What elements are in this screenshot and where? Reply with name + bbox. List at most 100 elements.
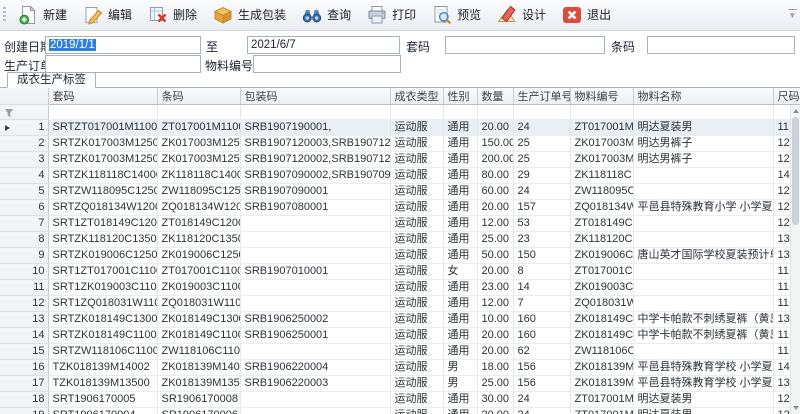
cell[interactable]: ZK019006C <box>570 248 633 264</box>
cell[interactable] <box>633 264 773 280</box>
column-header[interactable]: 性别 <box>443 88 477 105</box>
cell[interactable]: 200.00 <box>477 152 513 168</box>
cell[interactable]: 156 <box>513 360 570 376</box>
table-row[interactable]: 18SRT1906170005SR1906170008运动服通用30.0024Z… <box>0 392 800 408</box>
print-button[interactable]: 打印 <box>361 2 424 28</box>
column-header[interactable]: 尺码 <box>773 88 800 105</box>
cell[interactable]: 18.00 <box>477 360 513 376</box>
table-row[interactable]: 14SRTZK018149C11000ZK018149C11000SRB1906… <box>0 328 800 344</box>
row-header[interactable]: 14 <box>0 328 48 344</box>
package-button[interactable]: 生成包装 <box>207 2 294 28</box>
row-header[interactable]: 19 <box>0 408 48 414</box>
cell[interactable]: 通用 <box>443 200 477 216</box>
cell[interactable]: ZK118120C <box>570 232 633 248</box>
table-row[interactable]: 7SRT1ZT018149C12000ZT018149C12000运动服通用12… <box>0 216 800 232</box>
cell[interactable]: ZT017001M <box>570 392 633 408</box>
cell[interactable]: 50.00 <box>477 248 513 264</box>
filter-cell[interactable] <box>570 105 633 120</box>
cell[interactable]: 160 <box>513 312 570 328</box>
cell[interactable]: 明达男裤子 <box>633 136 773 152</box>
scroll-down-icon[interactable] <box>793 406 799 410</box>
cell[interactable]: 通用 <box>443 136 477 152</box>
cell[interactable]: 12.00 <box>477 296 513 312</box>
table-row[interactable]: 3SRTZK017003M12500ZK017003M12500SRB19071… <box>0 152 800 168</box>
cell[interactable]: 20.00 <box>477 408 513 414</box>
cell[interactable]: 运动服 <box>390 248 443 264</box>
row-header[interactable]: 2 <box>0 136 48 152</box>
cell[interactable] <box>633 280 773 296</box>
row-header[interactable]: 3 <box>0 152 48 168</box>
cell[interactable]: 7 <box>513 296 570 312</box>
cell[interactable]: 通用 <box>443 328 477 344</box>
column-header[interactable]: 套码 <box>48 88 157 105</box>
filter-cell[interactable] <box>390 105 443 120</box>
row-header[interactable]: 4 <box>0 168 48 184</box>
cell[interactable]: SRTZK019006C12500 <box>48 248 157 264</box>
cell[interactable]: SRT1906170004 <box>48 408 157 414</box>
cell[interactable]: 25.00 <box>477 376 513 392</box>
filter-cell[interactable] <box>443 105 477 120</box>
cell[interactable]: 平邑县特殊教育小学 小学夏 <box>633 200 773 216</box>
cell[interactable]: 20.00 <box>477 264 513 280</box>
column-header[interactable]: 生产订单号 <box>513 88 570 105</box>
cell[interactable]: 25.00 <box>477 232 513 248</box>
cell[interactable]: ZQ018134W <box>570 200 633 216</box>
cell[interactable]: 29 <box>513 168 570 184</box>
row-header[interactable]: 8 <box>0 232 48 248</box>
cell[interactable]: ZK118120C13502 <box>157 232 240 248</box>
table-row[interactable]: 2SRTZK017003M12500ZK017003M12500SRB19071… <box>0 136 800 152</box>
cell[interactable]: SRT1ZT017001C11000 <box>48 264 157 280</box>
table-row[interactable]: 8SRTZK118120C13502ZK118120C13502运动服通用25.… <box>0 232 800 248</box>
cell[interactable]: 男 <box>443 360 477 376</box>
cell[interactable]: 运动服 <box>390 408 443 414</box>
cell[interactable]: 25 <box>513 136 570 152</box>
cell[interactable]: 通用 <box>443 232 477 248</box>
cell[interactable]: SRTZT017001M11002 <box>48 120 157 136</box>
row-header[interactable]: 7 <box>0 216 48 232</box>
cell[interactable]: 20.00 <box>477 328 513 344</box>
set-code-input[interactable] <box>445 36 605 54</box>
row-header[interactable]: 18 <box>0 392 48 408</box>
cell[interactable]: 20.00 <box>477 120 513 136</box>
cell[interactable]: ZQ018031W11000 <box>157 296 240 312</box>
cell[interactable]: 24 <box>513 408 570 414</box>
cell[interactable]: 160 <box>513 328 570 344</box>
cell[interactable] <box>633 232 773 248</box>
row-header[interactable]: 9 <box>0 248 48 264</box>
cell[interactable]: 运动服 <box>390 200 443 216</box>
cell[interactable]: ZK118118C14000 <box>157 168 240 184</box>
column-header[interactable]: 包装码 <box>240 88 390 105</box>
column-header[interactable]: 物料名称 <box>633 88 773 105</box>
cell[interactable]: 中学卡帕款不刺绣夏裤（黄岛店） <box>633 312 773 328</box>
cell[interactable]: ZK017003M <box>570 152 633 168</box>
cell[interactable]: SRTZK017003M12500 <box>48 136 157 152</box>
cell[interactable]: 23.00 <box>477 280 513 296</box>
cell[interactable]: 30.00 <box>477 392 513 408</box>
cell[interactable]: 中学卡帕款不刺绣夏裤（黄岛店） <box>633 328 773 344</box>
cell[interactable]: 20.00 <box>477 200 513 216</box>
cell[interactable]: SRB1907010001 <box>240 264 390 280</box>
cell[interactable]: ZK019003C <box>570 280 633 296</box>
cell[interactable]: ZK017003M12500 <box>157 136 240 152</box>
cell[interactable]: ZK018139M14002 <box>157 360 240 376</box>
cell[interactable] <box>240 392 390 408</box>
cell[interactable]: 运动服 <box>390 344 443 360</box>
cell[interactable]: 运动服 <box>390 296 443 312</box>
table-row[interactable]: 9SRTZK019006C12500ZK019006C12500运动服通用50.… <box>0 248 800 264</box>
cell[interactable]: 8 <box>513 264 570 280</box>
cell[interactable]: 运动服 <box>390 232 443 248</box>
table-row[interactable]: 4SRTZK118118C14000ZK118118C14000SRB19070… <box>0 168 800 184</box>
cell[interactable]: 24 <box>513 120 570 136</box>
cell[interactable]: SR1906170008 <box>157 392 240 408</box>
cell[interactable]: 明达夏装男 <box>633 392 773 408</box>
cell[interactable]: 通用 <box>443 392 477 408</box>
cell[interactable]: 20.00 <box>477 344 513 360</box>
row-header[interactable]: 15 <box>0 344 48 360</box>
row-header[interactable]: 17 <box>0 376 48 392</box>
cell[interactable] <box>240 232 390 248</box>
table-row[interactable]: 11SRT1ZK019003C11000ZK019003C11000运动服通用2… <box>0 280 800 296</box>
filter-cell[interactable] <box>633 105 773 120</box>
cell[interactable] <box>633 184 773 200</box>
scrollbar-thumb[interactable] <box>792 117 799 225</box>
cell[interactable]: 运动服 <box>390 264 443 280</box>
